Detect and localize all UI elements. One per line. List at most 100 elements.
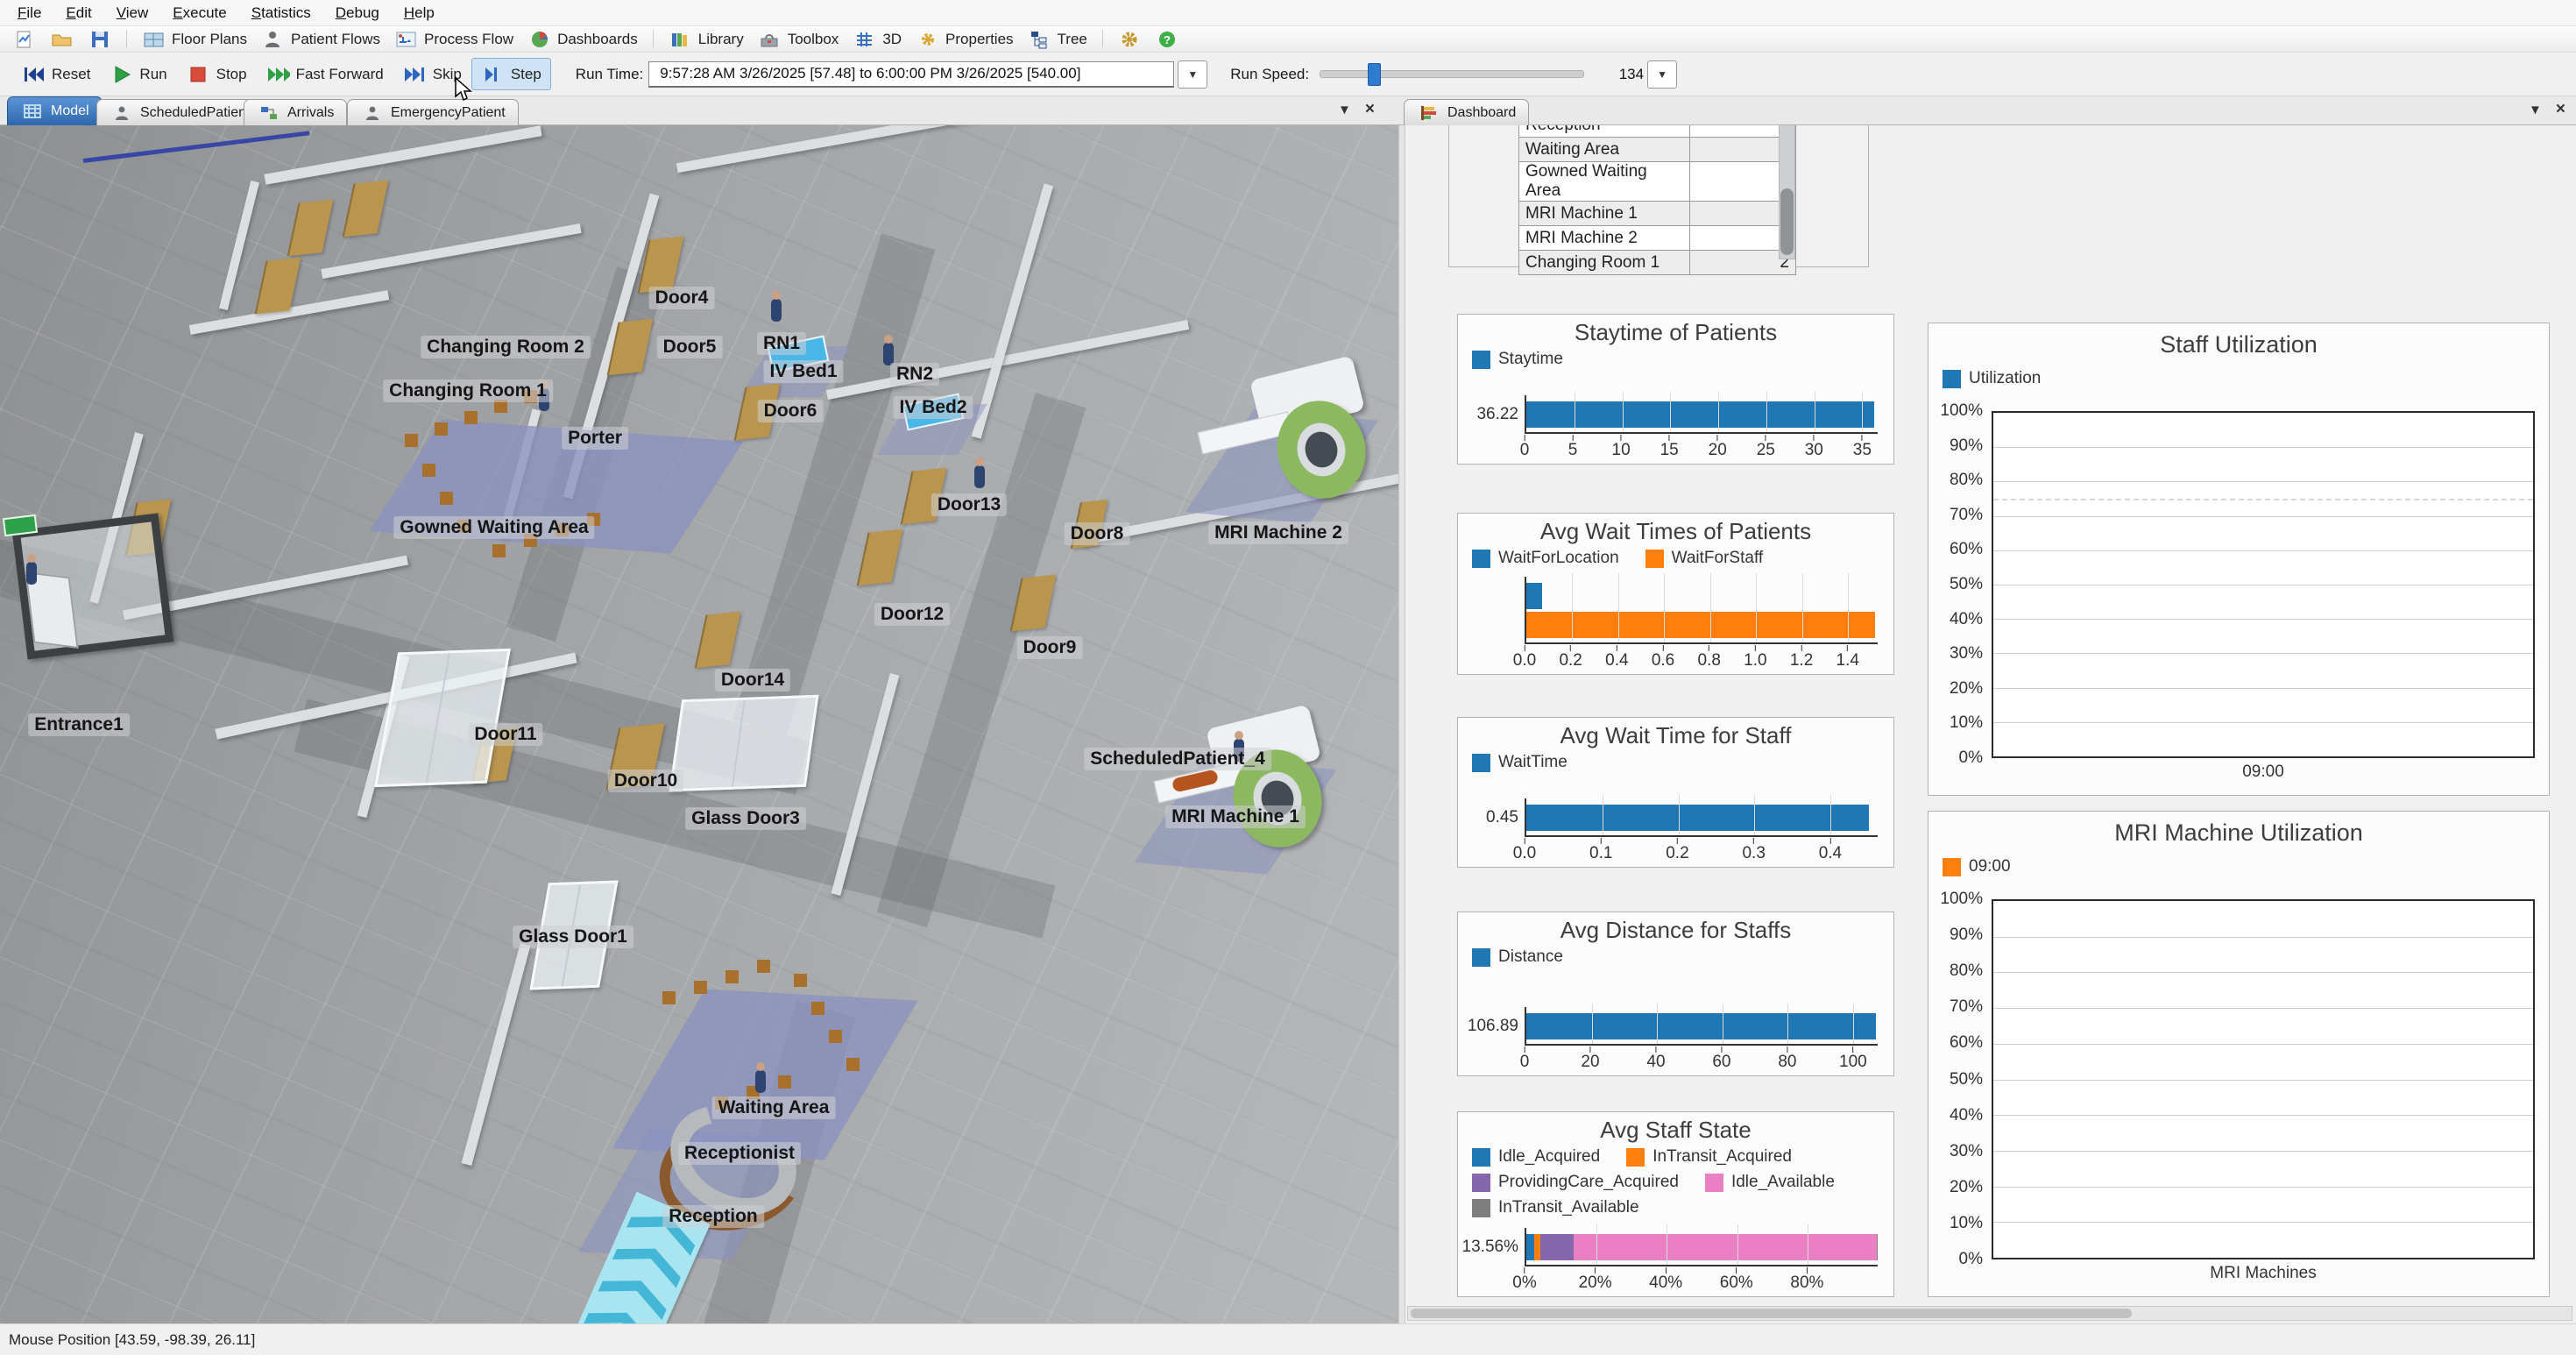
table-scrollbar-thumb[interactable]	[1780, 188, 1794, 255]
run-speed-dropdown[interactable]: ▼	[1647, 60, 1677, 89]
scene-label-reception: Reception	[662, 1205, 764, 1228]
pane-menu-chevron-icon[interactable]: ▼	[1338, 103, 1351, 117]
reset-label: Reset	[52, 66, 90, 83]
settings-button[interactable]	[1111, 26, 1149, 52]
avg-staff-state-chart[interactable]: Avg Staff StateIdle_AcquiredInTransit_Ac…	[1457, 1111, 1894, 1297]
avg-distance-chart[interactable]: Avg Distance for StaffsDistance 106.8902…	[1457, 912, 1894, 1076]
table-row[interactable]: Reception5	[1519, 125, 1796, 138]
patients-location-widget[interactable]: Reception5Waiting Area4Gowned Waiting Ar…	[1448, 125, 1869, 267]
open-model-button[interactable]	[43, 26, 81, 52]
save-model-button[interactable]	[81, 26, 118, 52]
mouse-cursor	[455, 77, 474, 108]
staff-utilization-chart[interactable]: Staff UtilizationUtilization 100%90%80%7…	[1928, 323, 2550, 796]
bar-segment-intransit_acquired	[1534, 1234, 1540, 1260]
pane-close-icon[interactable]: ×	[1365, 103, 1375, 117]
svg-text:?: ?	[1164, 33, 1171, 46]
scene-label-changing-room-1: Changing Room 1	[383, 380, 553, 402]
run-button[interactable]: Run	[100, 58, 176, 90]
pane-splitter[interactable]	[1398, 125, 1405, 1323]
3d-view-button[interactable]: 3D	[846, 26, 909, 52]
process-flow-button[interactable]: Process Flow	[387, 26, 520, 52]
scene-label-glass-door1: Glass Door1	[513, 926, 633, 948]
dashboard-panel: Reception5Waiting Area4Gowned Waiting Ar…	[1405, 125, 2576, 1323]
properties-button[interactable]: Properties	[909, 26, 1020, 52]
pane-menu-chevron-icon[interactable]: ▼	[2529, 103, 2542, 117]
tab-scheduled-patient[interactable]: ScheduledPatient	[96, 99, 263, 125]
help-icon: ?	[1156, 28, 1179, 50]
table-row[interactable]: Waiting Area4	[1519, 138, 1796, 162]
menu-item-view[interactable]: View	[104, 3, 161, 24]
arrivals-icon	[257, 102, 280, 124]
scene-label-waiting-area: Waiting Area	[712, 1096, 836, 1119]
fast-forward-button[interactable]: Fast Forward	[257, 58, 393, 90]
stop-button[interactable]: Stop	[177, 58, 257, 90]
legend-item: InTransit_Acquired	[1626, 1147, 1792, 1167]
tab-model[interactable]: Model	[7, 96, 103, 125]
run-time-dropdown[interactable]: ▼	[1178, 60, 1207, 89]
menu-item-help[interactable]: Help	[392, 3, 447, 24]
step-icon	[481, 63, 505, 85]
scene-label-door8: Door8	[1065, 522, 1130, 545]
avg-wait-time-staff-chart[interactable]: Avg Wait Time for StaffWaitTime 0.450.00…	[1457, 717, 1894, 868]
legend-item: ProvidingCare_Acquired	[1472, 1173, 1679, 1192]
table-row[interactable]: MRI Machine 12	[1519, 202, 1796, 226]
tab-arrivals-label: Arrivals	[287, 105, 334, 121]
run-icon	[110, 63, 133, 85]
menu-item-debug[interactable]: Debug	[323, 3, 392, 24]
glass-door	[669, 695, 818, 791]
dashboard-hscrollbar[interactable]	[1407, 1306, 2572, 1321]
3d-view-label: 3D	[882, 31, 902, 48]
model-pane-controls: ▼ ×	[1338, 103, 1375, 117]
scene-label-door9: Door9	[1017, 636, 1083, 659]
run-speed-label: Run Speed:	[1230, 66, 1309, 83]
skip-icon	[403, 63, 427, 85]
table-row[interactable]: MRI Machine 20	[1519, 226, 1796, 251]
step-button[interactable]: Step	[471, 58, 551, 90]
menu-item-statistics[interactable]: Statistics	[239, 3, 323, 24]
menu-item-file[interactable]: File	[5, 3, 53, 24]
menu-item-execute[interactable]: Execute	[160, 3, 238, 24]
bar-segment-staytime	[1526, 401, 1874, 428]
run-time-field[interactable]: 9:57:28 AM 3/26/2025 [57.48] to 6:00:00 …	[648, 61, 1174, 88]
scene-label-gowned-waiting-area: Gowned Waiting Area	[393, 516, 594, 539]
tab-arrivals[interactable]: Arrivals	[244, 99, 347, 125]
reset-button[interactable]: Reset	[12, 58, 100, 90]
bar-segment-waitforstaff	[1526, 612, 1875, 638]
new-model-button[interactable]	[5, 26, 43, 52]
staytime-chart[interactable]: Staytime of PatientsStaytime 36.22051015…	[1457, 314, 1894, 465]
chart-title: Staytime of Patients	[1458, 319, 1893, 346]
pane-close-icon[interactable]: ×	[2556, 103, 2565, 117]
library-button[interactable]: Library	[662, 26, 751, 52]
model-3d-view[interactable]: Door4Changing Room 2Door5RN1IV Bed1RN2IV…	[0, 125, 1398, 1323]
legend-item: InTransit_Available	[1472, 1198, 1639, 1217]
table-scrollbar[interactable]	[1779, 125, 1795, 259]
legend-item: WaitForLocation	[1472, 549, 1619, 568]
tab-dashboard[interactable]: Dashboard	[1404, 99, 1529, 125]
plot-area	[1992, 411, 2535, 758]
toolbox-button[interactable]: Toolbox	[751, 26, 846, 52]
wall	[462, 943, 531, 1166]
mri-utilization-chart[interactable]: MRI Machine Utilization09:00 100%90%80%7…	[1928, 811, 2550, 1297]
patient-flows-button[interactable]: Patient Flows	[254, 26, 387, 52]
chart-title: MRI Machine Utilization	[1928, 819, 2549, 847]
tree-button[interactable]: Tree	[1021, 26, 1094, 52]
menu-item-edit[interactable]: Edit	[53, 3, 103, 24]
floor-plans-button[interactable]: Floor Plans	[135, 26, 254, 52]
stop-icon	[187, 63, 210, 85]
help-button[interactable]: ?	[1149, 26, 1186, 52]
scene-label-mri-machine-1: MRI Machine 1	[1165, 805, 1306, 828]
avg-wait-times-chart[interactable]: Avg Wait Times of PatientsWaitForLocatio…	[1457, 513, 1894, 675]
bar-segment-intransit_available	[1877, 1234, 1878, 1260]
table-row[interactable]: Changing Room 12	[1519, 251, 1796, 275]
scene-label-iv-bed1: IV Bed1	[763, 360, 843, 383]
dashboard-hscrollbar-thumb[interactable]	[1411, 1309, 2132, 1318]
scene-label-door10: Door10	[608, 770, 683, 792]
tab-emergency-patient[interactable]: EmergencyPatient	[347, 99, 519, 125]
run-speed-slider-handle[interactable]	[1368, 63, 1381, 86]
dashboards-button[interactable]: Dashboards	[520, 26, 645, 52]
run-speed-slider[interactable]	[1320, 70, 1584, 78]
table-row[interactable]: Gowned Waiting Area3	[1519, 162, 1796, 202]
library-books-icon	[669, 28, 692, 50]
reset-icon	[22, 63, 46, 85]
door	[857, 529, 903, 586]
